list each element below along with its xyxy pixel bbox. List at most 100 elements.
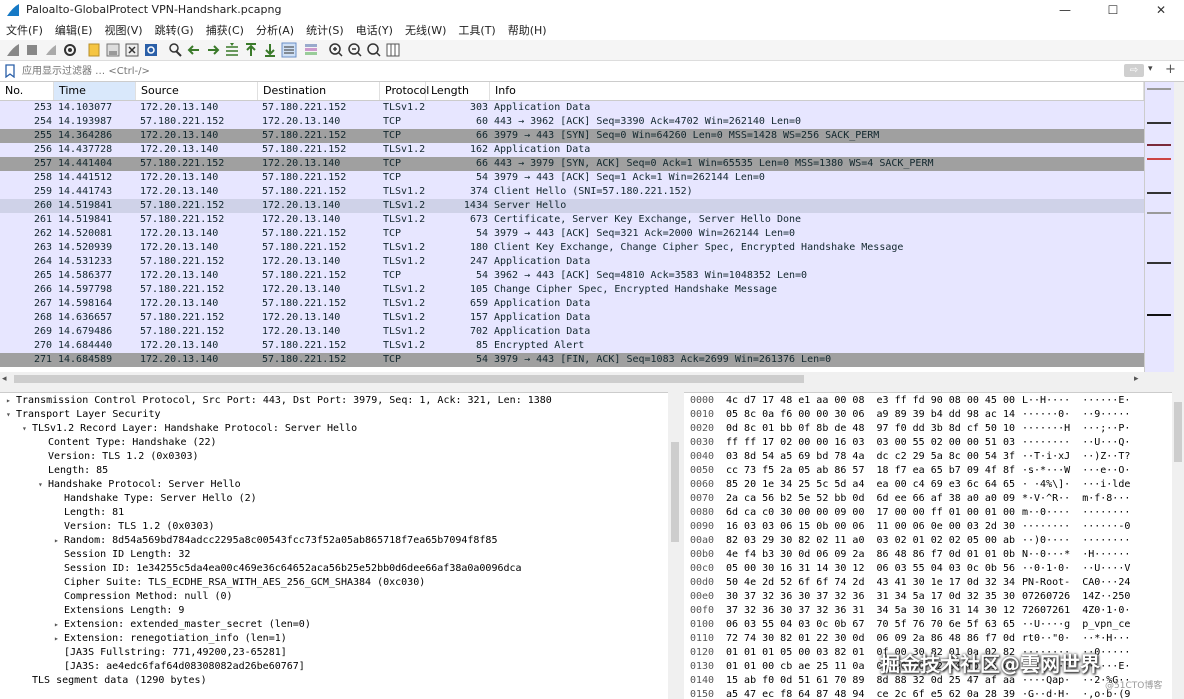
packet-row[interactable]: 270 14.684440 172.20.13.140 57.180.221.152 T… bbox=[0, 339, 1144, 353]
packet-row[interactable]: 268 14.636657 57.180.221.152 172.20.13.140 T… bbox=[0, 311, 1144, 325]
detail-row[interactable]: ▸ Random: 8d54a569bd784adcc2295a8c00543fc… bbox=[0, 534, 668, 548]
detail-row[interactable]: Handshake Type: Server Hello (2) bbox=[0, 492, 668, 506]
byte-row[interactable]: 0000 4c d7 17 48 e1 aa 00 08 e3 ff fd 90 … bbox=[684, 394, 1172, 408]
zoom-in-icon[interactable] bbox=[328, 42, 344, 58]
add-filter-button[interactable]: + bbox=[1165, 62, 1176, 77]
expand-toggle-icon[interactable]: ▾ bbox=[6, 408, 16, 422]
packet-row[interactable]: 257 14.441404 57.180.221.152 172.20.13.140 T… bbox=[0, 157, 1144, 171]
packet-row[interactable]: 261 14.519841 57.180.221.152 172.20.13.140 T… bbox=[0, 213, 1144, 227]
byte-row[interactable]: 00c0 05 00 30 16 31 14 30 12 06 03 55 04 … bbox=[684, 562, 1172, 576]
apply-filter-button[interactable]: ⇨ bbox=[1124, 64, 1144, 77]
close-file-icon[interactable] bbox=[124, 42, 140, 58]
detail-row[interactable]: ▾ Handshake Protocol: Server Hello bbox=[0, 478, 668, 492]
byte-row[interactable]: 0020 0d 8c 01 bb 0f 8b de 48 97 f0 dd 3b … bbox=[684, 422, 1172, 436]
column-source[interactable]: Source bbox=[136, 82, 258, 100]
capture-options-icon[interactable] bbox=[62, 42, 78, 58]
detail-row[interactable]: ▸ Transmission Control Protocol, Src Port… bbox=[0, 394, 668, 408]
go-back-icon[interactable] bbox=[186, 42, 202, 58]
byte-row[interactable]: 0060 85 20 1e 34 25 5c 5d a4 ea 00 c4 69 … bbox=[684, 478, 1172, 492]
byte-row[interactable]: 00f0 37 32 36 30 37 32 36 31 34 5a 30 16 … bbox=[684, 604, 1172, 618]
detail-row[interactable]: ▾ Transport Layer Security bbox=[0, 408, 668, 422]
byte-row[interactable]: 0100 06 03 55 04 03 0c 0b 67 70 5f 76 70 … bbox=[684, 618, 1172, 632]
zoom-normal-icon[interactable] bbox=[366, 42, 382, 58]
autoscroll-icon[interactable] bbox=[281, 42, 297, 58]
menu-go[interactable]: 跳转(G) bbox=[149, 20, 200, 42]
menu-help[interactable]: 帮助(H) bbox=[502, 20, 553, 42]
column-length[interactable]: Length bbox=[426, 82, 490, 100]
menu-analyze[interactable]: 分析(A) bbox=[250, 20, 300, 42]
last-packet-icon[interactable] bbox=[262, 42, 278, 58]
scroll-left-icon[interactable]: ◂ bbox=[2, 372, 7, 386]
detail-row[interactable]: Version: TLS 1.2 (0x0303) bbox=[0, 520, 668, 534]
reload-file-icon[interactable] bbox=[143, 42, 159, 58]
expand-toggle-icon[interactable]: ▾ bbox=[22, 422, 32, 436]
first-packet-icon[interactable] bbox=[243, 42, 259, 58]
byte-row[interactable]: 0010 05 8c 0a f6 00 00 30 06 a9 89 39 b4 … bbox=[684, 408, 1172, 422]
byte-row[interactable]: 00a0 82 03 29 30 82 02 11 a0 03 02 01 02 … bbox=[684, 534, 1172, 548]
minimize-button[interactable]: — bbox=[1042, 0, 1088, 20]
packet-row[interactable]: 259 14.441743 172.20.13.140 57.180.221.152 T… bbox=[0, 185, 1144, 199]
menu-file[interactable]: 文件(F) bbox=[0, 20, 49, 42]
detail-row[interactable]: Session ID Length: 32 bbox=[0, 548, 668, 562]
packet-row[interactable]: 260 14.519841 57.180.221.152 172.20.13.140 T… bbox=[0, 199, 1144, 213]
byte-row[interactable]: 0050 cc 73 f5 2a 05 ab 86 57 18 f7 ea 65 … bbox=[684, 464, 1172, 478]
open-file-icon[interactable] bbox=[86, 42, 102, 58]
packet-row[interactable]: 263 14.520939 172.20.13.140 57.180.221.152 T… bbox=[0, 241, 1144, 255]
packet-row[interactable]: 265 14.586377 172.20.13.140 57.180.221.152 T… bbox=[0, 269, 1144, 283]
packet-row[interactable]: 254 14.193987 57.180.221.152 172.20.13.140 T… bbox=[0, 115, 1144, 129]
byte-row[interactable]: 00e0 30 37 32 36 30 37 32 36 31 34 5a 17 … bbox=[684, 590, 1172, 604]
menu-view[interactable]: 视图(V) bbox=[98, 20, 148, 42]
zoom-out-icon[interactable] bbox=[347, 42, 363, 58]
detail-row[interactable]: ▸ Extension: extended_master_secret (len=… bbox=[0, 618, 668, 632]
packet-row[interactable]: 255 14.364286 172.20.13.140 57.180.221.152 T… bbox=[0, 129, 1144, 143]
packet-row[interactable]: 256 14.437728 172.20.13.140 57.180.221.152 T… bbox=[0, 143, 1144, 157]
packet-row[interactable]: 258 14.441512 172.20.13.140 57.180.221.152 T… bbox=[0, 171, 1144, 185]
packet-row[interactable]: 264 14.531233 57.180.221.152 172.20.13.140 T… bbox=[0, 255, 1144, 269]
resize-columns-icon[interactable] bbox=[385, 42, 401, 58]
expand-toggle-icon[interactable]: ▸ bbox=[6, 394, 16, 408]
bytes-scroll-thumb[interactable] bbox=[1174, 402, 1182, 462]
scroll-right-icon[interactable]: ▸ bbox=[1134, 372, 1139, 386]
detail-row[interactable]: ▸ Extension: renegotiation_info (len=1) bbox=[0, 632, 668, 646]
expand-toggle-icon[interactable]: ▾ bbox=[38, 478, 48, 492]
colorize-icon[interactable] bbox=[303, 42, 319, 58]
menu-tools[interactable]: 工具(T) bbox=[452, 20, 501, 42]
byte-row[interactable]: 00d0 50 4e 2d 52 6f 6f 74 2d 43 41 30 1e … bbox=[684, 576, 1172, 590]
detail-row[interactable]: Compression Method: null (0) bbox=[0, 590, 668, 604]
packet-row[interactable]: 266 14.597798 57.180.221.152 172.20.13.140 T… bbox=[0, 283, 1144, 297]
find-packet-icon[interactable] bbox=[167, 42, 183, 58]
detail-row[interactable]: Content Type: Handshake (22) bbox=[0, 436, 668, 450]
packet-row[interactable]: 253 14.103077 172.20.13.140 57.180.221.152 T… bbox=[0, 101, 1144, 115]
menu-edit[interactable]: 编辑(E) bbox=[49, 20, 99, 42]
detail-row[interactable]: Length: 85 bbox=[0, 464, 668, 478]
detail-row[interactable]: ▾ TLSv1.2 Record Layer: Handshake Protoco… bbox=[0, 422, 668, 436]
detail-row[interactable]: Extensions Length: 9 bbox=[0, 604, 668, 618]
stop-capture-icon[interactable] bbox=[24, 42, 40, 58]
details-scroll-thumb[interactable] bbox=[671, 442, 679, 542]
expand-toggle-icon[interactable]: ▸ bbox=[54, 618, 64, 632]
start-capture-icon[interactable] bbox=[5, 42, 21, 58]
byte-row[interactable]: 0110 72 74 30 82 01 22 30 0d 06 09 2a 86 … bbox=[684, 632, 1172, 646]
byte-row[interactable]: 0030 ff ff 17 02 00 00 16 03 03 00 55 02 … bbox=[684, 436, 1172, 450]
menu-statistics[interactable]: 统计(S) bbox=[300, 20, 350, 42]
byte-row[interactable]: 0080 6d ca c0 30 00 00 09 00 17 00 00 ff … bbox=[684, 506, 1172, 520]
details-scrollbar[interactable] bbox=[668, 392, 682, 698]
menu-capture[interactable]: 捕获(C) bbox=[200, 20, 250, 42]
packet-row[interactable]: 271 14.684589 172.20.13.140 57.180.221.152 T… bbox=[0, 353, 1144, 367]
close-button[interactable]: ✕ bbox=[1138, 0, 1184, 20]
detail-row[interactable]: [JA3S: ae4edc6faf64d08308082ad26be60767] bbox=[0, 660, 668, 674]
byte-row[interactable]: 00b0 4e f4 b3 30 0d 06 09 2a 86 48 86 f7 … bbox=[684, 548, 1172, 562]
hscroll-thumb[interactable] bbox=[14, 375, 804, 383]
packet-minimap[interactable] bbox=[1144, 82, 1175, 372]
expand-toggle-icon[interactable]: ▸ bbox=[54, 632, 64, 646]
save-file-icon[interactable] bbox=[105, 42, 121, 58]
packet-list-scrollbar[interactable] bbox=[1174, 82, 1184, 372]
packet-row[interactable]: 269 14.679486 57.180.221.152 172.20.13.140 T… bbox=[0, 325, 1144, 339]
byte-row[interactable]: 0040 03 8d 54 a5 69 bd 78 4a dc c2 29 5a … bbox=[684, 450, 1172, 464]
column-destination[interactable]: Destination bbox=[258, 82, 380, 100]
bookmark-icon[interactable] bbox=[4, 64, 16, 78]
detail-row[interactable]: Cipher Suite: TLS_ECDHE_RSA_WITH_AES_256… bbox=[0, 576, 668, 590]
byte-row[interactable]: 0070 2a ca 56 b2 5e 52 bb 0d 6d ee 66 af … bbox=[684, 492, 1172, 506]
packet-list-hscroll[interactable]: ◂ ▸ bbox=[0, 372, 1144, 386]
go-forward-icon[interactable] bbox=[205, 42, 221, 58]
